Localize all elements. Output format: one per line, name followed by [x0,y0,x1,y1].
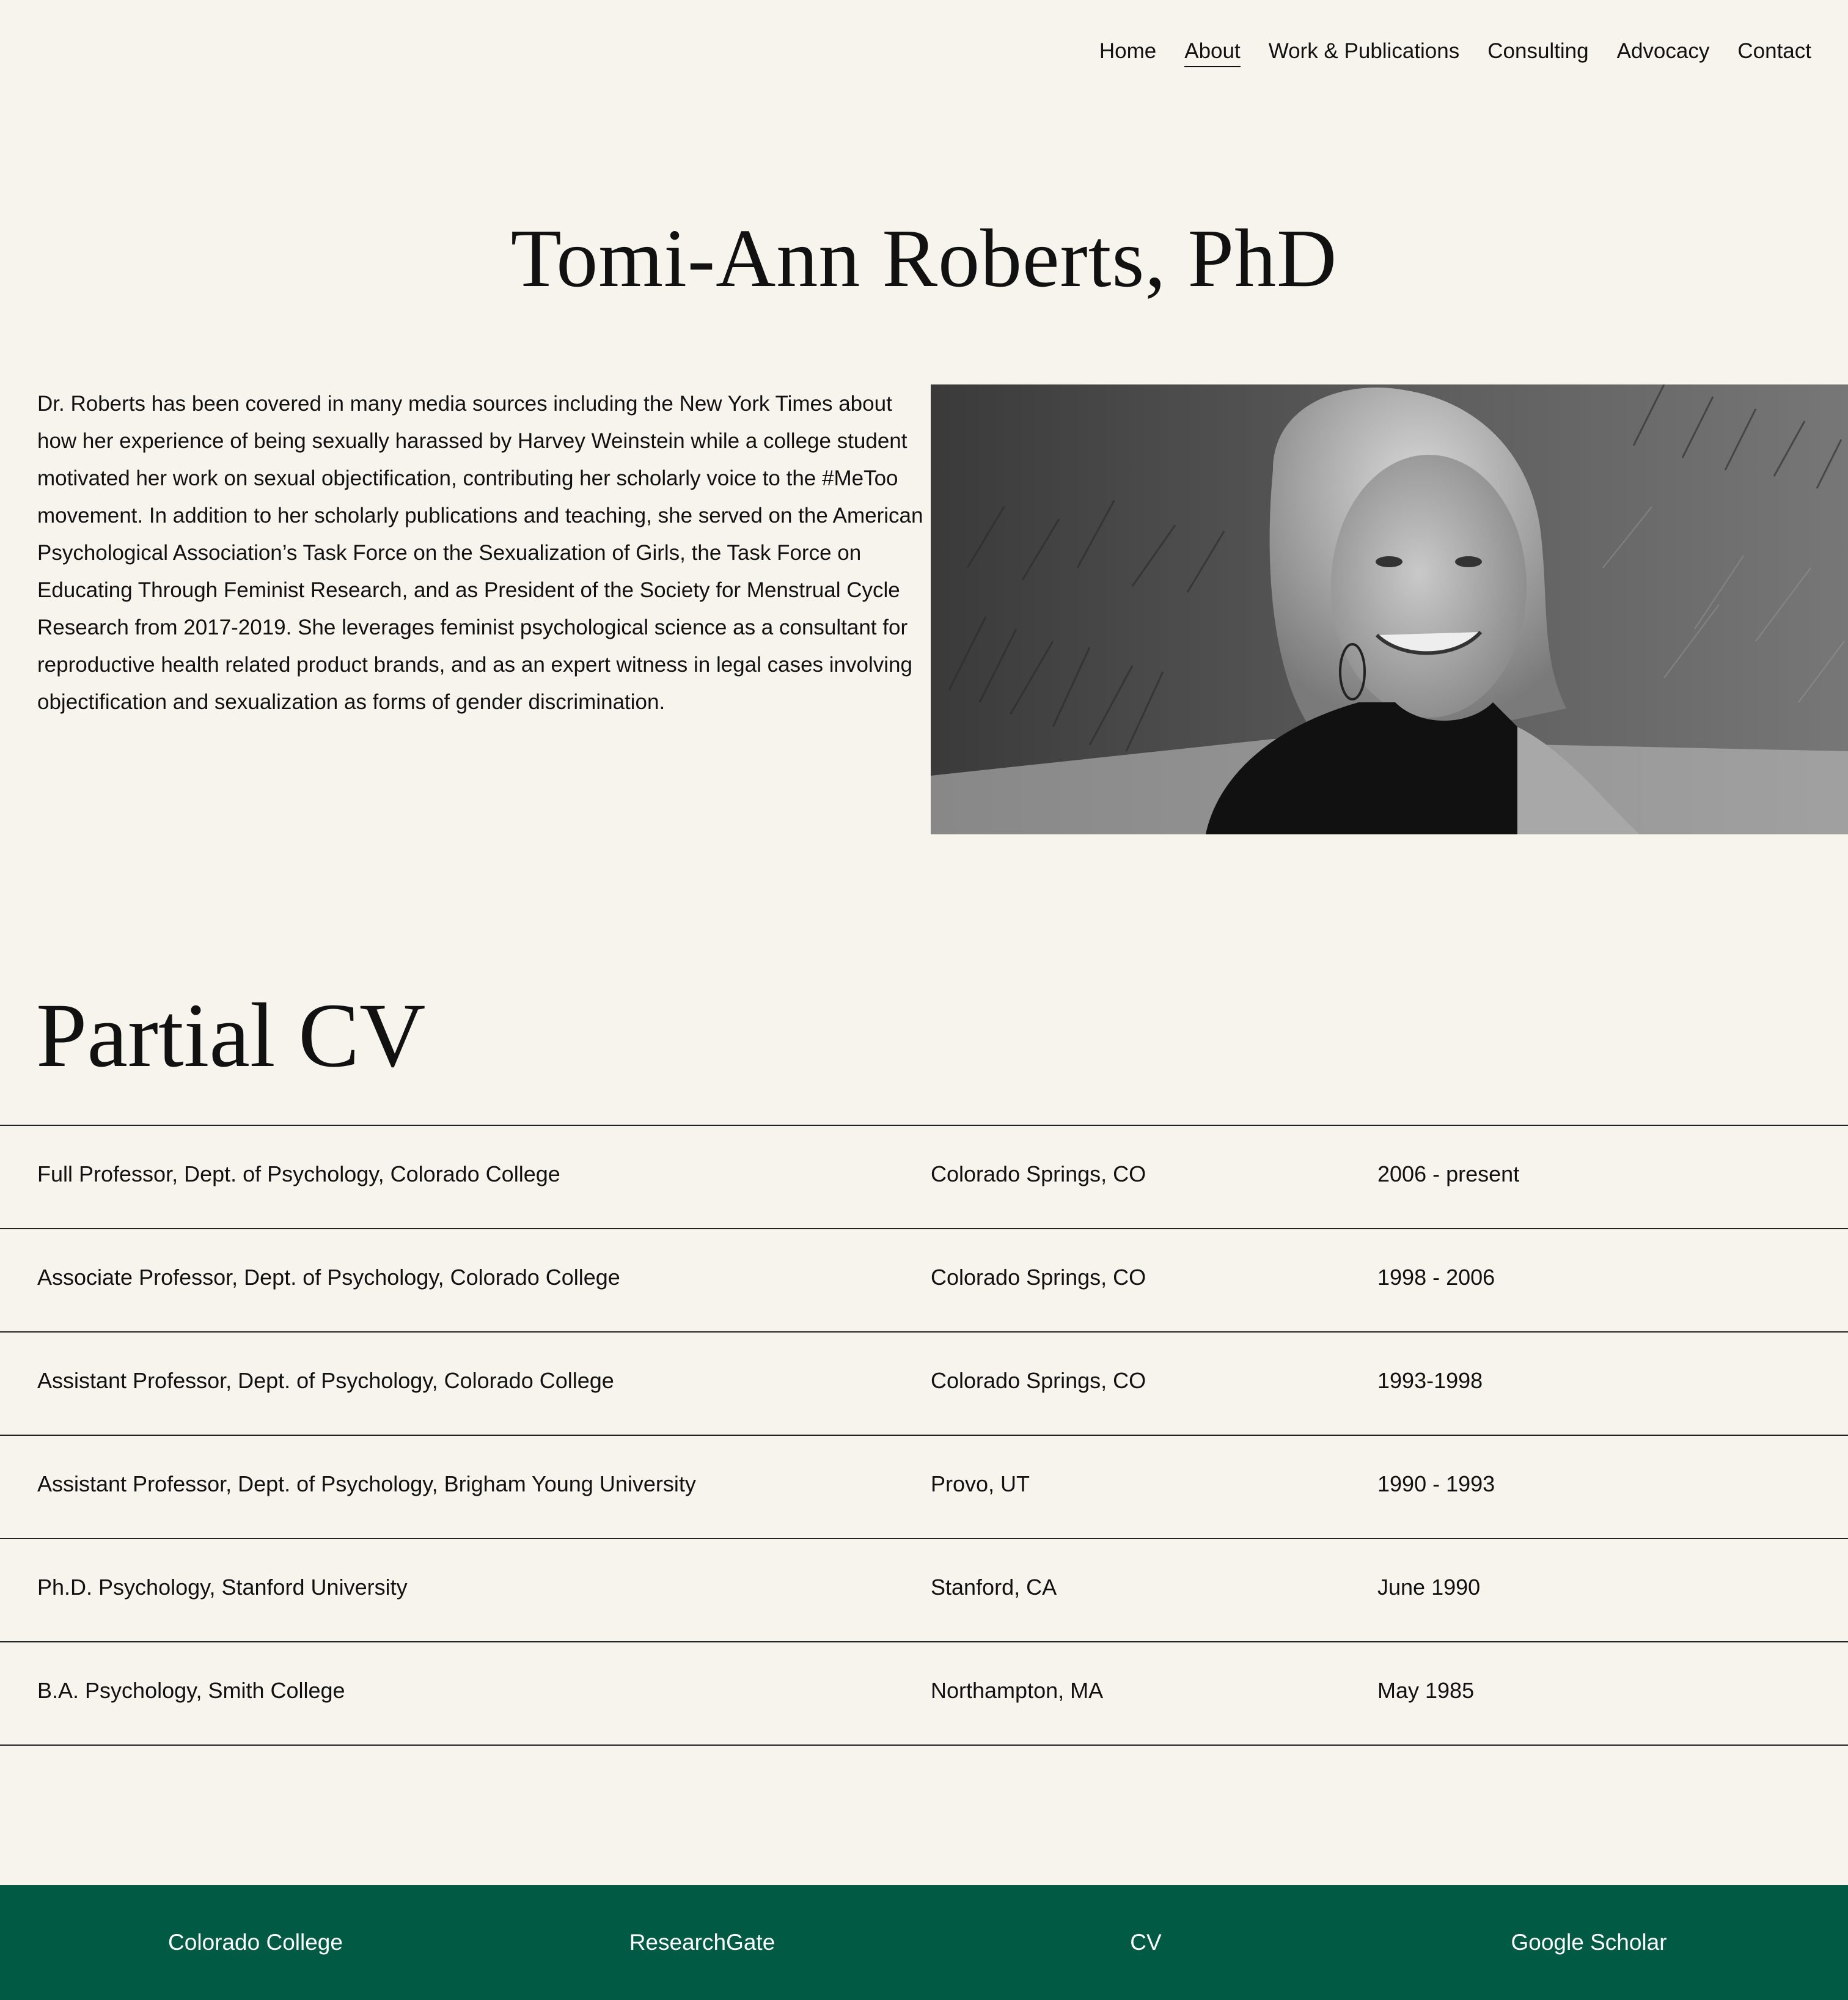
cv-dates: 2006 - present [1377,1161,1520,1186]
portrait-photo [931,384,1848,834]
nav-consulting[interactable]: Consulting [1487,39,1588,67]
cv-row: Assistant Professor, Dept. of Psychology… [0,1436,1848,1539]
main-nav: Home About Work & Publications Consultin… [1071,39,1811,67]
page-title: Tomi-Ann Roberts, PhD [510,213,1338,304]
cv-row: Associate Professor, Dept. of Psychology… [0,1229,1848,1333]
cv-heading: Partial CV [36,985,426,1086]
cv-title: Assistant Professor, Dept. of Psychology… [37,1368,614,1393]
cv-location: Northampton, MA [931,1678,1104,1703]
cv-title: Full Professor, Dept. of Psychology, Col… [37,1161,560,1186]
footer-link-researchgate[interactable]: ResearchGate [629,1930,776,1955]
cv-location: Provo, UT [931,1471,1030,1496]
cv-dates: June 1990 [1377,1575,1481,1600]
nav-advocacy[interactable]: Advocacy [1617,39,1710,67]
nav-contact[interactable]: Contact [1737,39,1811,67]
cv-row: B.A. Psychology, Smith College Northampt… [0,1642,1848,1746]
cv-location: Colorado Springs, CO [931,1265,1146,1290]
cv-table: Full Professor, Dept. of Psychology, Col… [0,1125,1848,1746]
nav-about[interactable]: About [1184,39,1241,67]
cv-dates: 1990 - 1993 [1377,1471,1495,1496]
footer-link-colorado-college[interactable]: Colorado College [168,1930,343,1955]
bio-paragraph: Dr. Roberts has been covered in many med… [37,392,923,714]
cv-row: Assistant Professor, Dept. of Psychology… [0,1333,1848,1436]
nav-work-publications[interactable]: Work & Publications [1269,39,1460,67]
nav-home[interactable]: Home [1099,39,1156,67]
cv-location: Colorado Springs, CO [931,1161,1146,1186]
cv-row: Ph.D. Psychology, Stanford University St… [0,1539,1848,1642]
cv-title: B.A. Psychology, Smith College [37,1678,345,1703]
footer-link-cv[interactable]: CV [1130,1930,1161,1955]
cv-row: Full Professor, Dept. of Psychology, Col… [0,1126,1848,1229]
cv-title: Ph.D. Psychology, Stanford University [37,1575,408,1600]
footer: Colorado College ResearchGate CV Google … [0,1885,1848,2000]
cv-dates: May 1985 [1377,1678,1475,1703]
cv-title: Assistant Professor, Dept. of Psychology… [37,1471,696,1496]
cv-dates: 1993-1998 [1377,1368,1483,1393]
cv-location: Colorado Springs, CO [931,1368,1146,1393]
cv-title: Associate Professor, Dept. of Psychology… [37,1265,620,1290]
cv-dates: 1998 - 2006 [1377,1265,1495,1290]
footer-link-google-scholar[interactable]: Google Scholar [1511,1930,1667,1955]
cv-location: Stanford, CA [931,1575,1057,1600]
